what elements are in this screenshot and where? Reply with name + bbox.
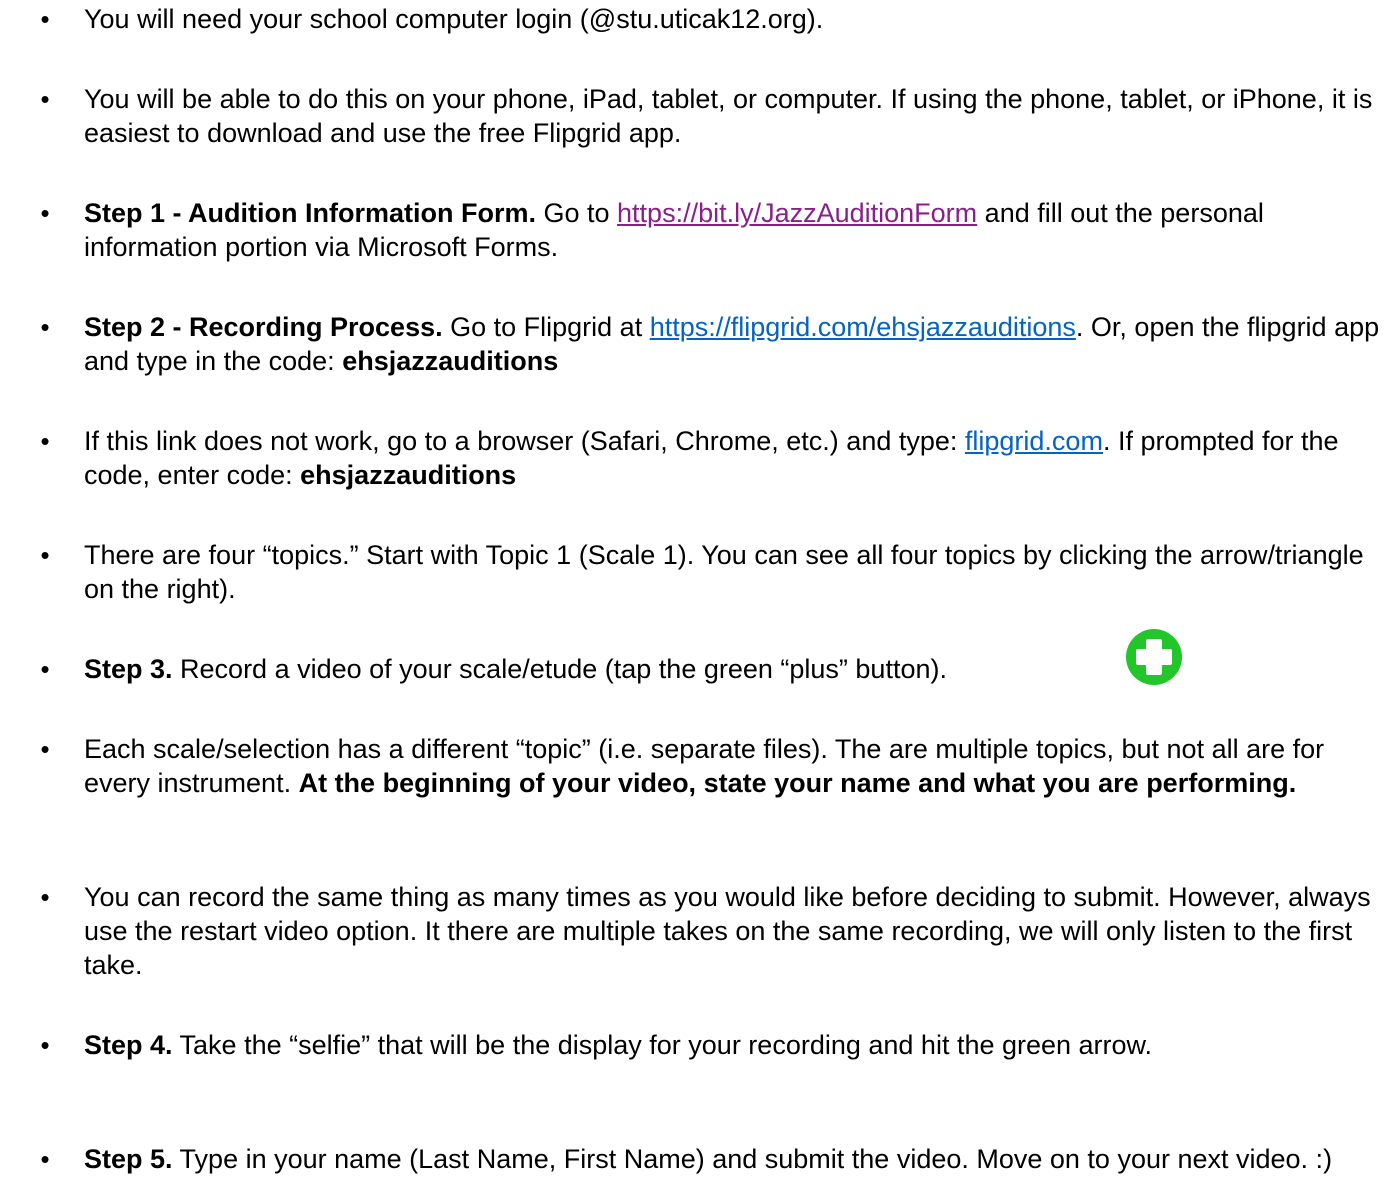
item-plain-text: Take the “selfie” that will be the displ…	[172, 1030, 1153, 1060]
plus-circle-icon	[1126, 629, 1182, 685]
bullet: •	[40, 1144, 50, 1174]
bullet: •	[40, 654, 50, 684]
bullet: •	[40, 540, 50, 570]
item-plain-text: Record a video of your scale/etude (tap …	[172, 654, 947, 684]
step-heading: Step 2 - Recording Process.	[84, 312, 443, 342]
document: • You will need your school computer log…	[0, 0, 1392, 1199]
bullet: •	[40, 426, 50, 456]
item-text: If this link does not work, go to a brow…	[84, 424, 1384, 492]
flipgrid-home-link[interactable]: flipgrid.com	[965, 426, 1103, 456]
bullet: •	[40, 84, 50, 114]
step-heading: Step 5.	[84, 1144, 173, 1174]
item-plain-text: You will be able to do this on your phon…	[84, 84, 1373, 148]
bullet: •	[40, 198, 50, 228]
bullet: •	[40, 312, 50, 342]
item-plain-text: Type in your name (Last Name, First Name…	[172, 1144, 1333, 1174]
flipgrid-link[interactable]: https://flipgrid.com/ehsjazzauditions	[650, 312, 1076, 342]
item-plain-text: There are four “topics.” Start with Topi…	[84, 540, 1364, 604]
item-bold-instruction: At the beginning of your video, state yo…	[298, 768, 1297, 798]
item-plain-text: You will need your school computer login…	[84, 4, 824, 34]
bullet: •	[40, 882, 50, 912]
item-text: Step 3. Record a video of your scale/etu…	[84, 652, 1384, 686]
item-text: There are four “topics.” Start with Topi…	[84, 538, 1384, 606]
item-text: You will be able to do this on your phon…	[84, 82, 1384, 150]
item-text-pre: Go to	[535, 198, 618, 228]
item-text: You can record the same thing as many ti…	[84, 880, 1384, 982]
bullet: •	[40, 734, 50, 764]
item-plain-text: You can record the same thing as many ti…	[84, 882, 1371, 980]
item-text: Step 5. Type in your name (Last Name, Fi…	[84, 1142, 1384, 1176]
join-code: ehsjazzauditions	[342, 346, 559, 376]
bullet: •	[40, 4, 50, 34]
step-heading: Step 3.	[84, 654, 173, 684]
item-text: Step 4. Take the “selfie” that will be t…	[84, 1028, 1384, 1062]
step-heading: Step 1 - Audition Information Form.	[84, 198, 536, 228]
join-code: ehsjazzauditions	[300, 460, 517, 490]
item-text-pre: Go to Flipgrid at	[442, 312, 650, 342]
audition-form-link[interactable]: https://bit.ly/JazzAuditionForm	[617, 198, 977, 228]
step-heading: Step 4.	[84, 1030, 173, 1060]
item-text: Each scale/selection has a different “to…	[84, 732, 1384, 800]
item-text: Step 2 - Recording Process. Go to Flipgr…	[84, 310, 1384, 378]
item-text: You will need your school computer login…	[84, 2, 1384, 36]
bullet: •	[40, 1030, 50, 1060]
item-text: Step 1 - Audition Information Form. Go t…	[84, 196, 1384, 264]
item-text-pre: If this link does not work, go to a brow…	[84, 426, 965, 456]
